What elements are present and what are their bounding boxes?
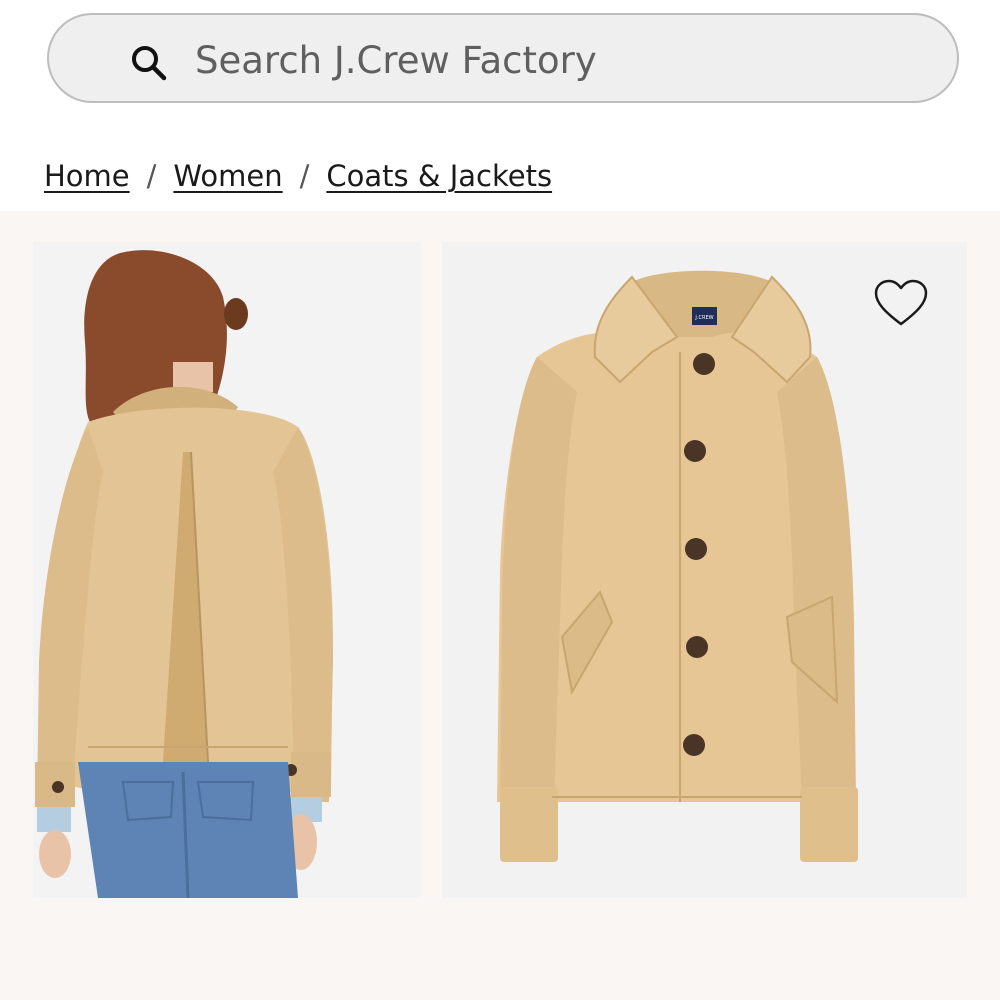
- breadcrumb-home[interactable]: Home: [44, 159, 130, 193]
- brand-label: J.CREW: [694, 315, 713, 321]
- breadcrumb-separator: /: [146, 159, 157, 193]
- product-image-back[interactable]: [33, 242, 421, 898]
- search-bar[interactable]: [47, 13, 959, 103]
- search-icon: [132, 46, 167, 81]
- search-input[interactable]: [195, 37, 895, 83]
- breadcrumb-separator: /: [299, 159, 310, 193]
- breadcrumb: Home / Women / Coats & Jackets: [44, 153, 552, 199]
- breadcrumb-coats-jackets[interactable]: Coats & Jackets: [326, 159, 552, 193]
- wishlist-button[interactable]: [873, 278, 929, 328]
- breadcrumb-women[interactable]: Women: [173, 159, 282, 193]
- product-image-front[interactable]: J.CREW: [442, 242, 967, 898]
- heart-icon: [874, 279, 928, 326]
